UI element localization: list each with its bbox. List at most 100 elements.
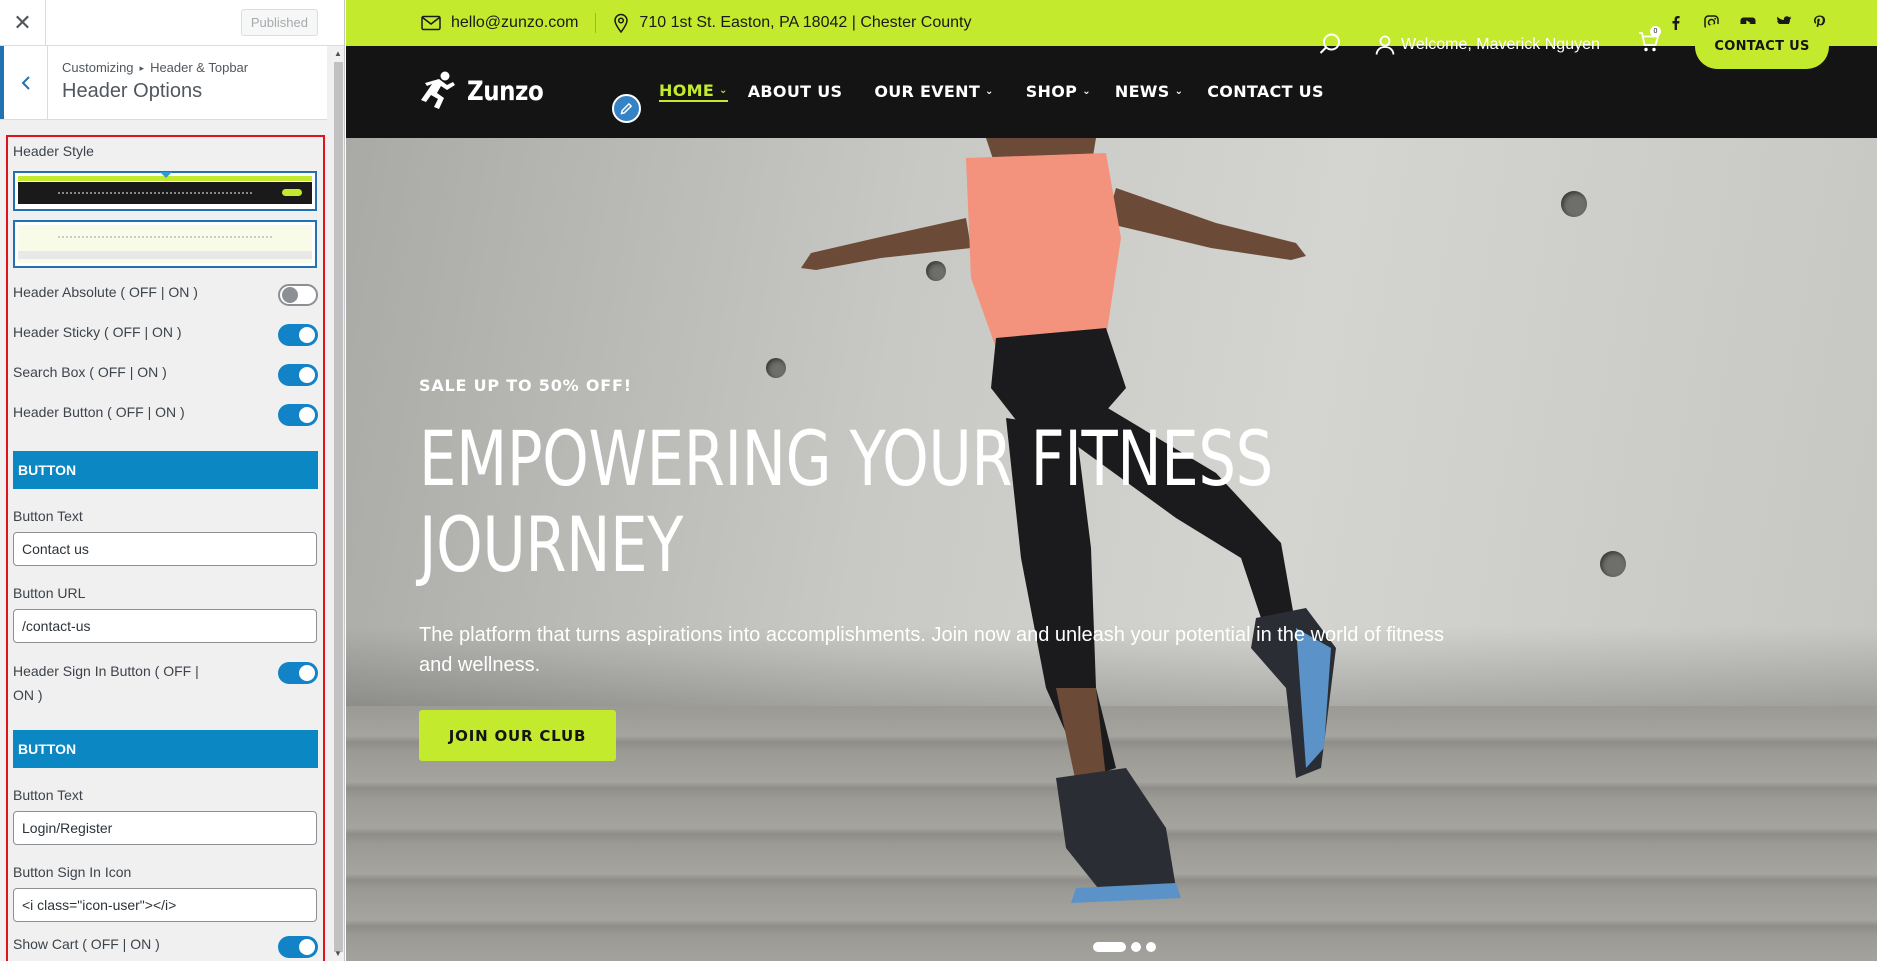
signin-group-heading: BUTTON	[13, 730, 318, 768]
signin-toggle[interactable]	[278, 662, 318, 684]
toggle-row: Header Button ( OFF | ON )	[13, 404, 318, 426]
chevron-down-icon: ⌄	[719, 84, 728, 96]
signin-icon-input[interactable]: <i class="icon-user"></i>	[13, 888, 317, 922]
edit-shortcut-button[interactable]	[612, 94, 641, 123]
menu-item-label: ABOUT US	[747, 81, 843, 101]
hero-slider: SALE UP TO 50% OFF! EMPOWERING YOUR FITN…	[346, 138, 1877, 961]
hero-title: EMPOWERING YOUR FITNESS JOURNEY	[419, 416, 1277, 588]
menu-item-label: CONTACT US	[1207, 81, 1324, 101]
customizer-sidebar: ✕ Published Customizing ▸ Header & Topbar …	[0, 0, 345, 961]
signin-toggle-row: Header Sign In Button ( OFF | ON )	[13, 662, 318, 706]
breadcrumb-separator: ▸	[139, 63, 145, 73]
thumb-light-preview	[18, 225, 312, 263]
button-group-heading: BUTTON	[13, 451, 318, 489]
published-button[interactable]: Published	[240, 9, 318, 36]
cart-button[interactable]: 0	[1638, 26, 1661, 58]
section-titles: Customizing ▸ Header & Topbar Header Optio…	[48, 46, 262, 119]
cart-count-badge: 0	[1650, 26, 1661, 37]
hero-subtitle: The platform that turns aspirations into…	[419, 624, 1444, 676]
signin-toggle-label: Header Sign In Button ( OFF | ON )	[13, 663, 199, 703]
menu-item-home[interactable]: HOME ⌄	[659, 80, 728, 102]
breadcrumb-root: Customizing	[62, 60, 134, 75]
wall-hole	[1600, 551, 1626, 577]
topbar-email[interactable]: hello@zunzo.com	[421, 14, 578, 32]
scrollbar-thumb[interactable]	[334, 62, 343, 952]
chevron-down-icon: ⌄	[1174, 85, 1184, 97]
menu-item-label: OUR EVENT	[874, 81, 981, 101]
wall-hole	[1561, 191, 1587, 217]
envelope-icon	[421, 15, 441, 31]
toggle-label: Header Button ( OFF | ON )	[13, 404, 185, 420]
toggle-switch[interactable]	[278, 324, 318, 346]
site-preview: hello@zunzo.com 710 1st St. Easton, PA 1…	[346, 0, 1877, 961]
topbar-divider	[595, 13, 597, 33]
section-header: Customizing ▸ Header & Topbar Header Optio…	[0, 46, 327, 120]
header-options-panel: Header Style Header Absolute ( OFF | ON …	[6, 135, 325, 961]
join-club-button[interactable]: JOIN OUR CLUB	[419, 710, 616, 761]
cart-toggle[interactable]	[278, 936, 318, 958]
thumb-navbar	[18, 182, 312, 204]
back-button[interactable]	[0, 46, 48, 119]
signin-text-input[interactable]: Login/Register	[13, 811, 317, 845]
toggle-label: Header Sticky ( OFF | ON )	[13, 324, 182, 340]
button-url-input[interactable]: /contact-us	[13, 609, 317, 643]
toggle-switch[interactable]	[278, 284, 318, 306]
thumb-topbar	[18, 176, 312, 181]
cart-toggle-label: Show Cart ( OFF | ON )	[13, 936, 160, 952]
signin-icon-label: Button Sign In Icon	[13, 864, 132, 880]
button-url-label: Button URL	[13, 585, 86, 601]
chevron-down-icon: ⌄	[1082, 85, 1091, 97]
contact-us-button[interactable]: CONTACT US	[1695, 24, 1829, 69]
header-style-option-light[interactable]	[13, 220, 317, 268]
menu-item-about-us[interactable]: ABOUT US	[748, 80, 843, 102]
slider-dot[interactable]	[1093, 942, 1126, 952]
menu-item-news[interactable]: NEWS ⌄	[1115, 80, 1183, 102]
menu-item-label: HOME	[659, 80, 715, 100]
slider-dot[interactable]	[1131, 942, 1141, 952]
logo-text: Zunzo	[467, 75, 544, 107]
breadcrumb: Customizing ▸ Header & Topbar	[62, 60, 248, 75]
user-icon	[1375, 35, 1395, 55]
customizer-header: ✕ Published	[0, 0, 344, 46]
sidebar-scrollbar[interactable]: ▲ ▼	[332, 46, 344, 961]
header-style-label: Header Style	[13, 143, 94, 159]
chevron-down-icon: ⌄	[985, 85, 994, 97]
menu-item-label: NEWS	[1114, 81, 1170, 101]
runner-logo-icon	[421, 71, 455, 109]
map-pin-icon	[613, 13, 629, 33]
menu-item-our-event[interactable]: OUR EVENT ⌄	[874, 80, 993, 102]
close-icon[interactable]: ✕	[0, 0, 46, 46]
main-menu: HOME ⌄ ABOUT US OUR EVENT ⌄ SHOP ⌄ NEWS ⌄ CONTACT…	[659, 80, 1352, 102]
toggle-row: Header Sticky ( OFF | ON )	[13, 324, 318, 346]
toggle-switch[interactable]	[278, 364, 318, 386]
pencil-icon	[620, 102, 633, 115]
toggle-switch[interactable]	[278, 404, 318, 426]
toggle-row: Search Box ( OFF | ON )	[13, 364, 318, 386]
section-title: Header Options	[62, 80, 203, 102]
button-text-label: Button Text	[13, 508, 83, 524]
toggle-label: Search Box ( OFF | ON )	[13, 364, 167, 380]
search-button[interactable]	[1318, 32, 1342, 61]
hero-title-line-2: JOURNEY	[419, 500, 684, 589]
account-link[interactable]: Welcome, Maverick Nguyen	[1375, 35, 1600, 55]
site-logo[interactable]: Zunzo	[419, 71, 557, 111]
email-text: hello@zunzo.com	[451, 14, 579, 31]
header-style-option-dark[interactable]	[13, 171, 317, 211]
menu-item-shop[interactable]: SHOP ⌄	[1026, 80, 1091, 102]
button-text-input[interactable]: Contact us	[13, 532, 317, 566]
menu-item-contact-us[interactable]: CONTACT US	[1207, 80, 1324, 102]
signin-text-label: Button Text	[13, 787, 83, 803]
cart-toggle-row: Show Cart ( OFF | ON )	[13, 936, 318, 958]
scroll-down-arrow-icon[interactable]: ▼	[334, 949, 342, 958]
search-icon	[1319, 33, 1340, 54]
facebook-icon[interactable]	[1667, 14, 1684, 31]
topbar-address: 710 1st St. Easton, PA 18042 | Chester C…	[613, 13, 971, 33]
hero-title-line-1: EMPOWERING YOUR FITNESS	[419, 414, 1273, 503]
scroll-up-arrow-icon[interactable]: ▲	[334, 49, 342, 58]
chevron-left-icon	[21, 75, 30, 90]
toggle-label: Header Absolute ( OFF | ON )	[13, 284, 198, 300]
breadcrumb-section: Header & Topbar	[150, 60, 249, 75]
slider-dots	[1093, 942, 1156, 952]
welcome-text: Welcome, Maverick Nguyen	[1401, 36, 1600, 53]
slider-dot[interactable]	[1146, 942, 1156, 952]
